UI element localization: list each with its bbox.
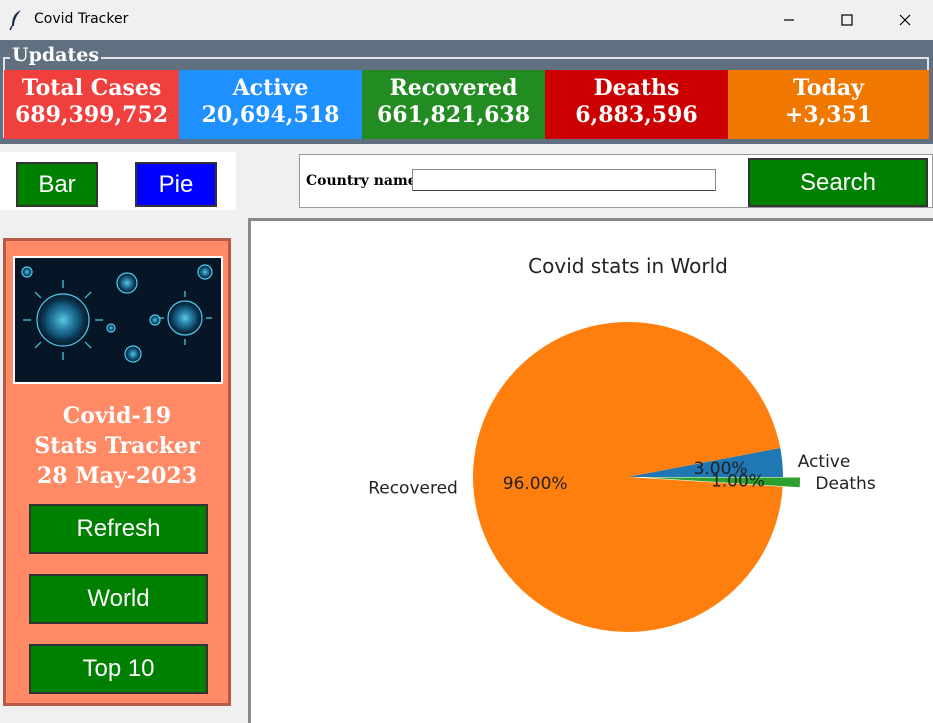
stat-active: Active 20,694,518 [179, 70, 362, 139]
close-icon[interactable] [876, 0, 933, 40]
pie-label-active: Active [798, 452, 851, 472]
stat-label: Active [232, 75, 309, 101]
pie-label-deaths: Deaths [815, 474, 875, 494]
world-button[interactable]: World [29, 574, 208, 624]
chart-area: Covid stats in World Active 3.00% Recovere… [248, 218, 933, 723]
chart-title: Covid stats in World [528, 254, 728, 278]
stat-recovered: Recovered 661,821,638 [362, 70, 545, 139]
pie-pct-deaths: 1.00% [711, 471, 765, 491]
maximize-icon[interactable] [818, 0, 876, 40]
stat-value: +3,351 [784, 102, 873, 128]
search-button[interactable]: Search [748, 158, 928, 207]
virus-illustration [15, 258, 221, 382]
top10-button[interactable]: Top 10 [29, 644, 208, 694]
stat-value: 6,883,596 [575, 102, 698, 128]
stat-label: Recovered [389, 75, 518, 101]
minimize-icon[interactable] [760, 0, 818, 40]
country-name-label: Country name [306, 173, 417, 189]
refresh-button[interactable]: Refresh [29, 504, 208, 554]
updates-label: Updates [10, 44, 102, 66]
bar-button[interactable]: Bar [16, 162, 98, 207]
window-title: Covid Tracker [34, 11, 129, 27]
panel-title-line2: Stats Tracker [34, 433, 200, 459]
side-panel: Covid-19 Stats Tracker 28 May-2023 Refre… [3, 238, 231, 706]
panel-date: 28 May-2023 [36, 463, 198, 489]
stat-value: 20,694,518 [201, 102, 340, 128]
stat-total-cases: Total Cases 689,399,752 [4, 70, 179, 139]
updates-frame: Updates Total Cases 689,399,752 Active 2… [0, 40, 933, 144]
pie-chart: Covid stats in World Active3.00%Recovere… [368, 254, 876, 632]
country-name-input[interactable] [412, 169, 716, 191]
stat-deaths: Deaths 6,883,596 [545, 70, 728, 139]
pie-label-recovered: Recovered [368, 479, 458, 499]
stat-label: Total Cases [21, 75, 162, 101]
feather-icon [9, 10, 21, 31]
pie-pct-recovered: 96.00% [503, 474, 568, 494]
stat-value: 661,821,638 [376, 102, 531, 128]
stat-label: Today [793, 75, 864, 101]
virus-image [13, 256, 223, 384]
title-bar: Covid Tracker [0, 0, 933, 40]
pie-button[interactable]: Pie [135, 162, 217, 207]
panel-title-line1: Covid-19 [62, 403, 172, 429]
stat-value: 689,399,752 [14, 102, 169, 128]
search-bar: Country name Search [299, 154, 933, 208]
stat-label: Deaths [593, 75, 680, 101]
stat-today: Today +3,351 [728, 70, 929, 139]
chart-type-bar: Bar Pie [0, 152, 236, 210]
